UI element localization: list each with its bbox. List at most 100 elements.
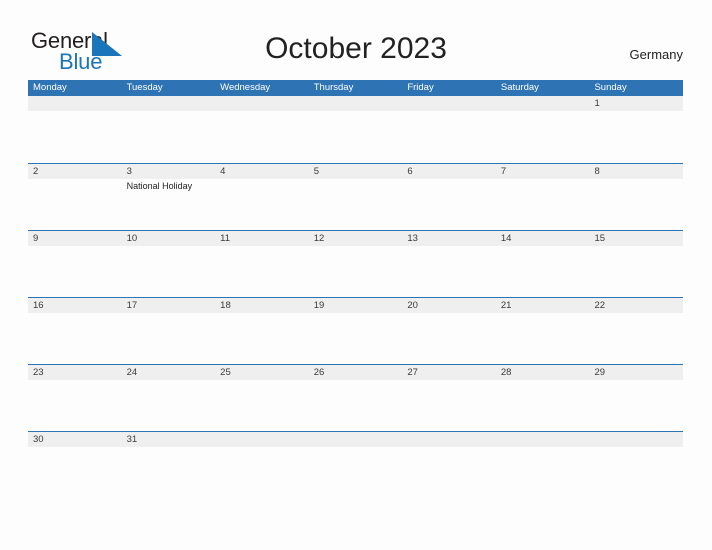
day-number: 25 xyxy=(220,367,231,378)
day-number: 24 xyxy=(126,367,138,378)
weekday-header-row: Monday Tuesday Wednesday Thursday Friday… xyxy=(28,80,683,96)
day-cell[interactable]: 31 xyxy=(121,432,216,461)
day-cell[interactable]: 7 xyxy=(495,164,590,230)
day-cell[interactable]: 27 xyxy=(402,365,496,431)
day-band xyxy=(215,432,309,447)
day-number: 15 xyxy=(594,233,606,244)
day-number: 4 xyxy=(220,166,226,177)
day-band xyxy=(28,231,122,246)
calendar-page: General Blue October 2023 Germany Monday… xyxy=(0,0,712,550)
day-band xyxy=(495,96,590,111)
day-cell[interactable]: 29 xyxy=(589,365,684,431)
day-cell[interactable] xyxy=(402,96,496,163)
day-band xyxy=(402,432,496,447)
week-row: 30 31 xyxy=(28,431,684,461)
page-header: General Blue October 2023 Germany xyxy=(0,0,712,80)
day-cell[interactable]: 22 xyxy=(589,298,684,364)
day-cell[interactable]: 8 xyxy=(589,164,684,230)
day-cell[interactable]: 23 xyxy=(28,365,122,431)
day-cell[interactable]: 24 xyxy=(121,365,216,431)
day-cell[interactable]: 26 xyxy=(308,365,403,431)
day-cell[interactable] xyxy=(495,432,590,461)
day-number: 23 xyxy=(33,367,44,378)
day-cell[interactable] xyxy=(589,432,684,461)
day-cell[interactable]: 20 xyxy=(402,298,496,364)
day-band xyxy=(308,164,403,179)
day-band xyxy=(28,96,122,111)
day-cell[interactable] xyxy=(28,96,122,163)
day-number: 13 xyxy=(407,233,418,244)
day-cell[interactable]: 21 xyxy=(495,298,590,364)
weekday-header-friday: Friday xyxy=(407,82,434,93)
day-cell[interactable]: 4 xyxy=(215,164,309,230)
weekday-header-saturday: Saturday xyxy=(500,82,539,93)
day-band xyxy=(121,96,216,111)
day-band xyxy=(495,432,590,447)
day-number: 16 xyxy=(33,300,44,311)
day-band xyxy=(215,96,309,111)
day-number: 18 xyxy=(220,300,231,311)
day-cell[interactable] xyxy=(308,96,403,163)
day-number: 10 xyxy=(126,233,138,244)
day-cell[interactable]: 11 xyxy=(215,231,309,297)
day-number: 7 xyxy=(500,166,507,177)
weekday-header-monday: Monday xyxy=(33,82,67,93)
day-cell[interactable]: 14 xyxy=(495,231,590,297)
week-row: 9 10 11 12 13 14 15 xyxy=(28,230,684,297)
weekday-header-tuesday: Tuesday xyxy=(126,82,163,93)
day-band xyxy=(402,164,496,179)
week-row: 16 17 18 19 20 21 22 xyxy=(28,297,684,364)
day-cell[interactable] xyxy=(215,432,309,461)
day-cell[interactable]: 5 xyxy=(308,164,403,230)
day-cell[interactable]: 30 xyxy=(28,432,122,461)
day-cell[interactable]: 10 xyxy=(121,231,216,297)
day-number: 29 xyxy=(594,367,606,378)
day-cell[interactable] xyxy=(215,96,309,163)
day-cell[interactable] xyxy=(495,96,590,163)
day-number: 14 xyxy=(500,233,512,244)
day-cell[interactable]: 3 National Holiday xyxy=(121,164,216,230)
weekday-header-sunday: Sunday xyxy=(594,82,627,93)
week-row: 2 3 National Holiday 4 5 6 7 8 xyxy=(28,163,684,230)
day-number: 22 xyxy=(594,300,606,311)
day-cell[interactable] xyxy=(402,432,496,461)
week-row: 23 24 25 26 27 28 29 xyxy=(28,364,684,431)
weekday-header-wednesday: Wednesday xyxy=(220,82,271,93)
day-events: National Holiday xyxy=(127,180,214,192)
day-cell[interactable]: 25 xyxy=(215,365,309,431)
day-number: 17 xyxy=(126,300,138,311)
day-number: 19 xyxy=(313,300,325,311)
day-cell[interactable] xyxy=(121,96,216,163)
day-band xyxy=(402,96,496,111)
day-number: 27 xyxy=(407,367,418,378)
day-number: 28 xyxy=(500,367,512,378)
day-cell[interactable]: 17 xyxy=(121,298,216,364)
day-cell[interactable]: 9 xyxy=(28,231,122,297)
day-cell[interactable]: 15 xyxy=(589,231,684,297)
day-cell[interactable]: 19 xyxy=(308,298,403,364)
day-cell[interactable]: 13 xyxy=(402,231,496,297)
day-number: 21 xyxy=(500,300,512,311)
day-band xyxy=(121,164,216,179)
day-band xyxy=(28,164,122,179)
day-band xyxy=(308,432,403,447)
day-band xyxy=(308,96,403,111)
day-cell[interactable]: 6 xyxy=(402,164,496,230)
day-cell[interactable]: 28 xyxy=(495,365,590,431)
calendar-grid: Monday Tuesday Wednesday Thursday Friday… xyxy=(28,80,684,461)
day-number: 31 xyxy=(126,434,138,445)
day-cell[interactable]: 16 xyxy=(28,298,122,364)
day-number: 5 xyxy=(313,166,320,177)
day-number: 6 xyxy=(407,166,413,177)
day-cell[interactable] xyxy=(308,432,403,461)
day-cell[interactable]: 2 xyxy=(28,164,122,230)
day-cell[interactable]: 12 xyxy=(308,231,403,297)
day-cell[interactable]: 18 xyxy=(215,298,309,364)
day-number: 30 xyxy=(33,434,44,445)
day-number: 20 xyxy=(407,300,418,311)
day-band xyxy=(495,164,590,179)
day-cell[interactable]: 1 xyxy=(589,96,684,163)
day-number: 11 xyxy=(220,233,231,244)
day-number: 2 xyxy=(33,166,39,177)
day-band xyxy=(589,96,684,111)
